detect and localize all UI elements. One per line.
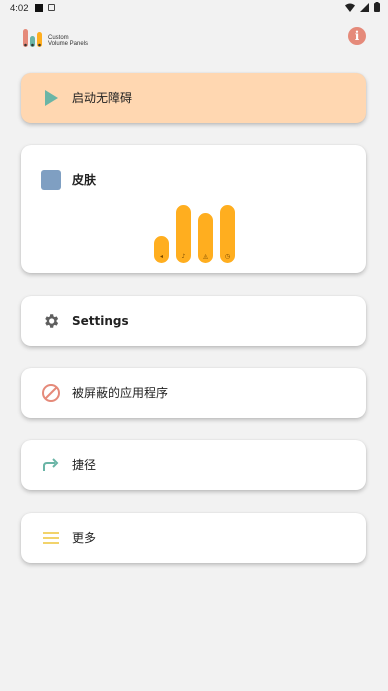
info-button[interactable]: i xyxy=(348,27,366,45)
start-accessibility-label: 启动无障碍 xyxy=(72,91,133,105)
play-icon xyxy=(41,88,61,108)
more-card[interactable]: 更多 xyxy=(21,513,366,563)
gear-icon xyxy=(41,311,61,331)
battery-icon xyxy=(374,2,380,12)
notification-icon xyxy=(48,4,55,11)
skin-preview: ◂ ♪ ◬ ◷ xyxy=(21,145,366,273)
app-logo: Custom Volume Panels xyxy=(22,28,102,50)
music-volume-bar: ♪ xyxy=(176,205,191,263)
app-logo-line2: Volume Panels xyxy=(48,41,89,47)
alarm-volume-icon: ◷ xyxy=(224,253,231,260)
media-volume-icon: ◂ xyxy=(159,253,163,260)
blocked-apps-label: 被屏蔽的应用程序 xyxy=(72,386,169,400)
menu-lines-icon xyxy=(41,528,61,548)
more-label: 更多 xyxy=(72,531,97,545)
notification-square-icon xyxy=(35,4,43,12)
status-icons xyxy=(345,2,380,12)
status-bar: 4:02 xyxy=(0,0,388,16)
signal-icon xyxy=(360,2,369,12)
app-logo-text: Custom Volume Panels xyxy=(48,35,88,47)
block-icon xyxy=(41,383,61,403)
media-volume-bar: ◂ xyxy=(154,236,169,263)
shortcuts-label: 捷径 xyxy=(72,458,97,472)
app-logo-icon xyxy=(23,29,42,47)
settings-label: Settings xyxy=(72,314,129,328)
alarm-volume-bar: ◷ xyxy=(220,205,235,263)
wifi-icon xyxy=(345,3,355,12)
settings-card[interactable]: Settings xyxy=(21,296,366,346)
redo-arrow-icon xyxy=(41,455,61,475)
shortcuts-card[interactable]: 捷径 xyxy=(21,440,366,490)
status-time: 4:02 xyxy=(10,3,29,14)
music-volume-icon: ♪ xyxy=(181,253,186,260)
blocked-apps-card[interactable]: 被屏蔽的应用程序 xyxy=(21,368,366,418)
start-accessibility-card[interactable]: 启动无障碍 xyxy=(21,73,366,123)
info-icon: i xyxy=(354,29,360,43)
ring-volume-icon: ◬ xyxy=(203,253,208,260)
skin-card[interactable]: 皮肤 ◂ ♪ ◬ ◷ xyxy=(21,145,366,273)
ring-volume-bar: ◬ xyxy=(198,213,213,263)
